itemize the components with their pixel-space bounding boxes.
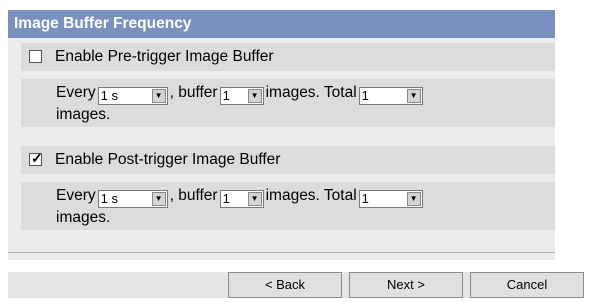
post-total-value: 1	[361, 191, 369, 206]
pre-buffer-label: , buffer	[169, 84, 218, 101]
next-button[interactable]: Next >	[349, 272, 463, 298]
post-trigger-frequency-row: Every 1 s ▼, buffer 1 ▼ images. Total 1 ▼ image…	[21, 182, 555, 230]
pre-trigger-frequency-row: Every 1 s ▼, buffer 1 ▼ images. Total 1 ▼ image…	[21, 79, 555, 127]
pre-total-value: 1	[361, 88, 369, 103]
pre-images-label: images.	[56, 106, 111, 123]
cancel-button[interactable]: Cancel	[470, 272, 584, 298]
checkmark-icon: ✓	[31, 150, 43, 166]
pre-every-label: Every	[56, 84, 96, 101]
post-total-select[interactable]: 1 ▼	[358, 190, 423, 208]
pre-every-value: 1 s	[100, 88, 118, 103]
pre-every-select[interactable]: 1 s ▼	[97, 87, 168, 105]
post-buffer-select[interactable]: 1 ▼	[219, 190, 264, 208]
pre-buffer-value: 1	[222, 88, 230, 103]
pre-trigger-checkbox[interactable]	[29, 50, 42, 63]
post-every-select[interactable]: 1 s ▼	[97, 190, 168, 208]
pre-buffer-select[interactable]: 1 ▼	[219, 87, 264, 105]
post-images-label: images.	[56, 209, 111, 226]
dropdown-arrow-icon[interactable]: ▼	[247, 89, 262, 103]
post-buffer-value: 1	[222, 191, 230, 206]
post-trigger-row: ✓ Enable Post-trigger Image Buffer	[21, 146, 555, 174]
post-every-label: Every	[56, 187, 96, 204]
dropdown-arrow-icon[interactable]: ▼	[247, 192, 262, 206]
post-buffer-label: , buffer	[169, 187, 218, 204]
back-button[interactable]: < Back	[228, 272, 342, 298]
post-every-value: 1 s	[100, 191, 118, 206]
pre-trigger-row: Enable Pre-trigger Image Buffer	[21, 43, 555, 71]
dropdown-arrow-icon[interactable]: ▼	[151, 192, 166, 206]
pre-trigger-label: Enable Pre-trigger Image Buffer	[55, 48, 274, 65]
pre-total-label: images. Total	[265, 84, 357, 101]
pre-total-select[interactable]: 1 ▼	[358, 87, 423, 105]
section-header: Image Buffer Frequency	[8, 10, 555, 38]
post-trigger-checkbox[interactable]: ✓	[29, 150, 43, 166]
dropdown-arrow-icon[interactable]: ▼	[406, 192, 421, 206]
dropdown-arrow-icon[interactable]: ▼	[406, 89, 421, 103]
divider	[8, 252, 555, 253]
dropdown-arrow-icon[interactable]: ▼	[151, 89, 166, 103]
post-trigger-label: Enable Post-trigger Image Buffer	[55, 151, 281, 168]
post-total-label: images. Total	[265, 187, 357, 204]
